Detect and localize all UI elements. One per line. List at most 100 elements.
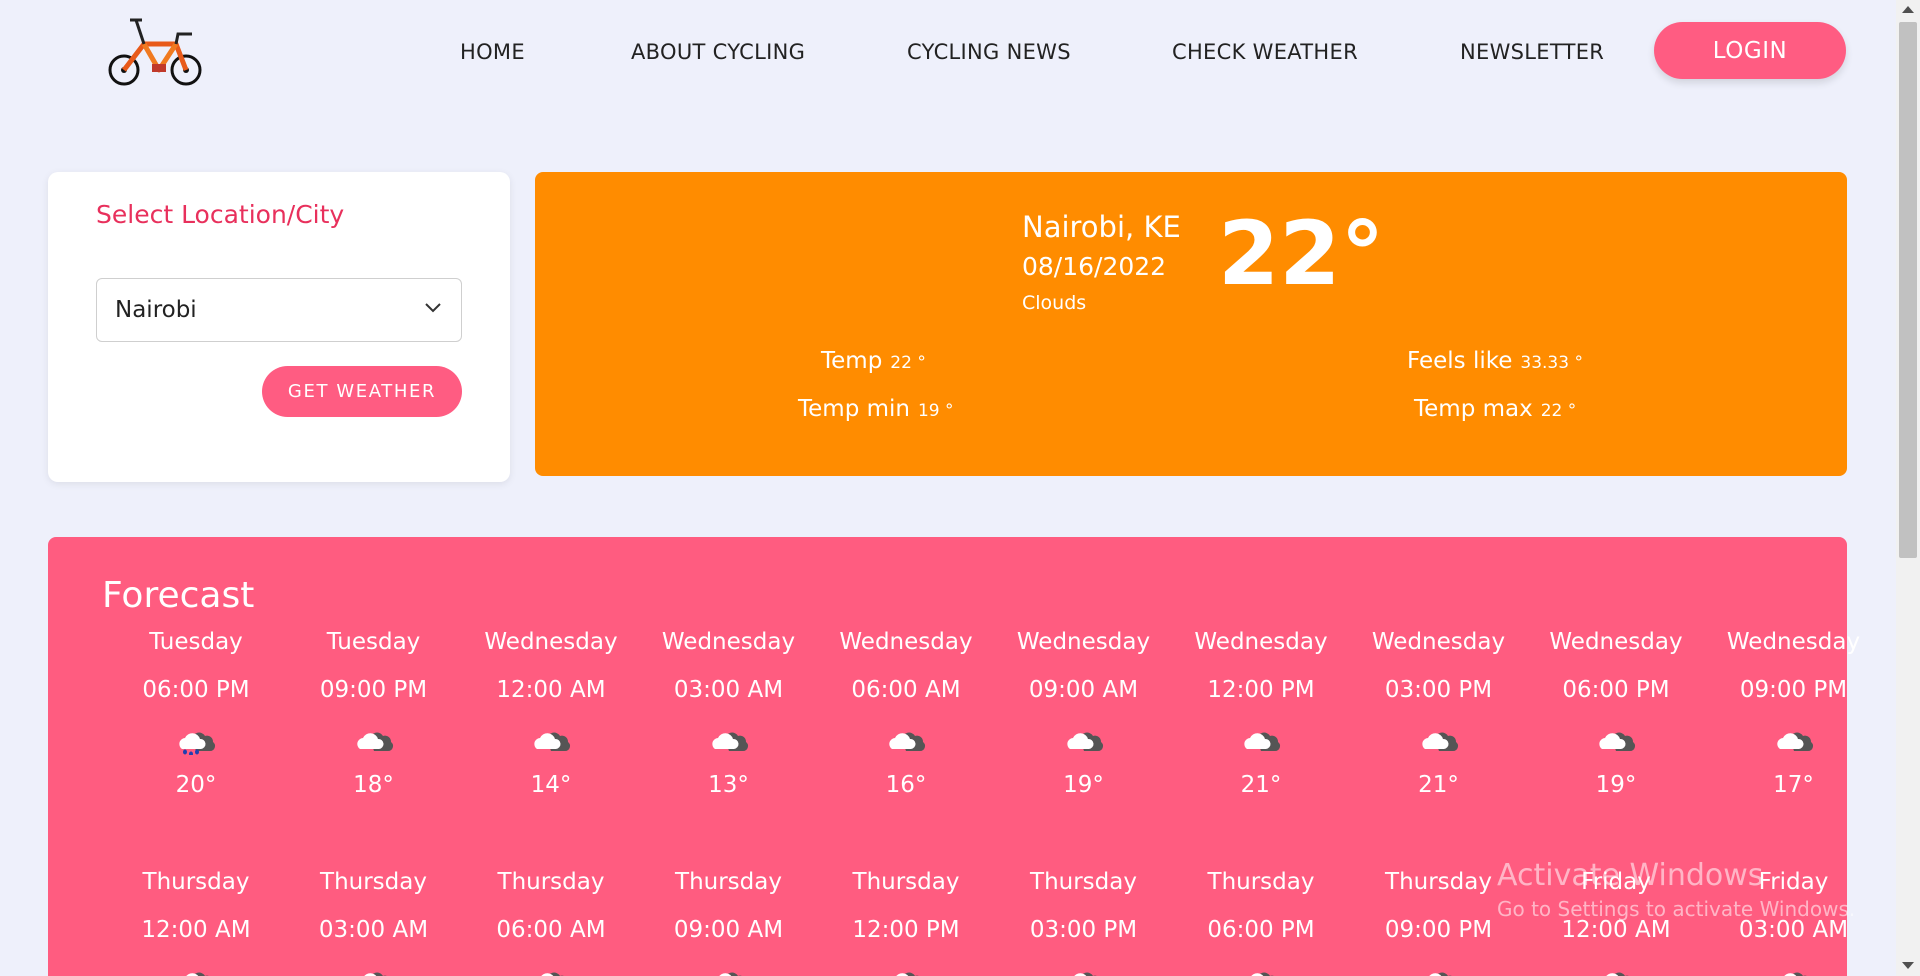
location-title: Select Location/City	[96, 200, 345, 229]
forecast-temp: 17°	[1773, 772, 1814, 798]
forecast-day: Thursday	[497, 869, 605, 895]
cloud-icon	[1066, 732, 1103, 751]
current-temperature: 22°	[1218, 202, 1385, 305]
cloud-icon	[1244, 732, 1280, 751]
cloud-icon	[718, 972, 742, 976]
forecast-day: Thursday	[675, 869, 782, 895]
nav-home[interactable]: HOME	[460, 40, 525, 64]
forecast-day: Wednesday	[1726, 629, 1861, 655]
stat-feels-like: Feels like 33.33 °	[1407, 348, 1583, 374]
cloud-icon	[186, 972, 209, 976]
cloud-icon	[534, 732, 570, 751]
cloud-icon	[356, 732, 393, 751]
forecast-temp: 20°	[175, 772, 217, 798]
current-description: Clouds	[1022, 292, 1087, 314]
forecast-day: Thursday	[142, 869, 250, 895]
nav-cycling-news[interactable]: CYCLING NEWS	[907, 40, 1071, 64]
cloud-icon	[1599, 732, 1635, 751]
city-select[interactable]: Nairobi	[96, 278, 462, 342]
current-weather-card: Nairobi, KE 08/16/2022 Clouds 22° Temp 22…	[535, 172, 1847, 476]
forecast-time: 06:00 PM	[142, 677, 250, 703]
cloud-icon	[889, 732, 925, 751]
login-button[interactable]: LOGIN	[1654, 22, 1846, 79]
watermark-line2: Go to Settings to activate Windows.	[1497, 897, 1856, 921]
scroll-down-arrow-icon[interactable]	[1902, 962, 1914, 969]
stat-temp-min-value: 19 °	[917, 401, 954, 421]
cloud-icon	[1073, 972, 1097, 976]
cloud-icon	[1783, 972, 1807, 976]
forecast-day: Wednesday	[1194, 629, 1328, 655]
forecast-time: 06:00 AM	[851, 677, 961, 703]
forecast-time: 09:00 AM	[673, 917, 784, 943]
forecast-temp: 19°	[1063, 772, 1104, 798]
scrollbar-thumb[interactable]	[1899, 22, 1917, 558]
cloud-icon	[1251, 972, 1274, 976]
forecast-temp: 14°	[530, 772, 572, 798]
cloud-icon	[541, 972, 564, 976]
scroll-up-arrow-icon[interactable]	[1902, 6, 1914, 13]
nav-newsletter[interactable]: NEWSLETTER	[1460, 40, 1604, 64]
forecast-day: Thursday	[852, 869, 960, 895]
stat-temp-label: Temp	[821, 348, 883, 374]
forecast-day: Tuesday	[326, 629, 421, 655]
forecast-title: Forecast	[102, 575, 255, 616]
chevron-down-icon	[425, 303, 441, 313]
forecast-temp: 13°	[708, 772, 749, 798]
forecast-day: Wednesday	[1371, 629, 1506, 655]
current-date: 08/16/2022	[1022, 252, 1167, 281]
get-weather-button[interactable]: GET WEATHER	[262, 366, 462, 417]
top-navigation: HOME ABOUT CYCLING CYCLING NEWS CHECK WE…	[0, 0, 1896, 110]
stat-temp-max: Temp max 22 °	[1414, 396, 1576, 422]
stat-temp-value: 22 °	[890, 353, 926, 373]
current-city: Nairobi, KE	[1022, 210, 1181, 244]
forecast-time: 09:00 PM	[1739, 677, 1848, 703]
cloud-icon	[711, 732, 748, 751]
forecast-temp: 16°	[885, 772, 927, 798]
forecast-time: 12:00 AM	[141, 917, 251, 943]
forecast-day: Wednesday	[484, 629, 618, 655]
cloud-icon	[896, 972, 919, 976]
bicycle-logo-icon[interactable]	[104, 12, 210, 90]
city-select-value: Nairobi	[115, 297, 197, 323]
forecast-temp: 21°	[1418, 772, 1459, 798]
forecast-time: 03:00 AM	[673, 677, 784, 703]
nav-check-weather[interactable]: CHECK WEATHER	[1172, 40, 1358, 64]
forecast-time: 03:00 PM	[1384, 677, 1493, 703]
cloud-icon	[1428, 972, 1452, 976]
forecast-time: 06:00 AM	[496, 917, 606, 943]
forecast-time: 06:00 PM	[1207, 917, 1315, 943]
forecast-time: 03:00 PM	[1029, 917, 1138, 943]
forecast-day: Thursday	[1207, 869, 1315, 895]
forecast-time: 09:00 AM	[1028, 677, 1139, 703]
forecast-temp: 21°	[1240, 772, 1282, 798]
forecast-day: Tuesday	[149, 629, 243, 655]
activate-windows-watermark: Activate Windows Go to Settings to activ…	[1497, 858, 1855, 921]
stat-feels-like-label: Feels like	[1407, 348, 1513, 374]
forecast-day: Thursday	[1030, 869, 1137, 895]
stat-temp: Temp 22 °	[821, 348, 926, 374]
forecast-day: Wednesday	[661, 629, 796, 655]
forecast-day: Wednesday	[839, 629, 973, 655]
forecast-time: 12:00 AM	[496, 677, 606, 703]
forecast-time: 09:00 PM	[319, 677, 428, 703]
cloud-icon	[1776, 732, 1813, 751]
stat-temp-min-label: Temp min	[798, 396, 910, 422]
cloud-icon	[1421, 732, 1458, 751]
forecast-day: Wednesday	[1549, 629, 1683, 655]
cloud-icon	[1606, 972, 1629, 976]
forecast-temp: 18°	[353, 772, 394, 798]
nav-about-cycling[interactable]: ABOUT CYCLING	[631, 40, 805, 64]
rain-cloud-icon	[179, 732, 215, 755]
watermark-line1: Activate Windows	[1497, 858, 1764, 893]
forecast-day: Wednesday	[1016, 629, 1151, 655]
forecast-temp: 19°	[1595, 772, 1637, 798]
cloud-icon	[363, 972, 387, 976]
forecast-time: 03:00 AM	[318, 917, 429, 943]
stat-temp-max-value: 22 °	[1540, 401, 1577, 421]
stat-temp-min: Temp min 19 °	[798, 396, 954, 422]
stat-feels-like-value: 33.33 °	[1520, 353, 1583, 373]
forecast-time: 12:00 PM	[1207, 677, 1315, 703]
stat-temp-max-label: Temp max	[1414, 396, 1533, 422]
forecast-time: 06:00 PM	[1562, 677, 1670, 703]
location-card: Select Location/City Nairobi GET WEATHER	[48, 172, 510, 482]
